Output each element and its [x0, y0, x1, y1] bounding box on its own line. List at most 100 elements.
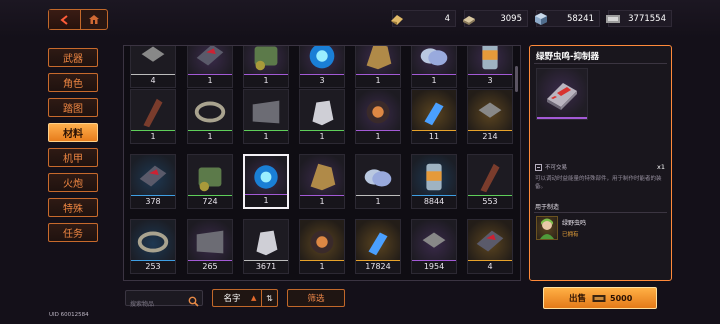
- inventory-slot[interactable]: 1: [411, 46, 457, 88]
- inventory-slot[interactable]: 4: [467, 219, 513, 274]
- inventory-slot[interactable]: 265: [187, 219, 233, 274]
- tab-weapons[interactable]: 武器: [48, 48, 98, 67]
- item-icon: [134, 46, 172, 75]
- item-icon: [359, 223, 397, 261]
- credit-stack-icon: [459, 9, 479, 29]
- item-icon: [359, 93, 397, 131]
- tab-characters[interactable]: 角色: [48, 73, 98, 92]
- used-item-avatar[interactable]: [536, 216, 558, 240]
- item-quantity: 1: [245, 195, 287, 207]
- item-quantity: 17824: [356, 261, 400, 273]
- item-icon: [191, 223, 229, 261]
- inventory-slot[interactable]: 553: [467, 154, 513, 209]
- search-input[interactable]: [126, 297, 188, 312]
- item-quantity: 11: [412, 131, 456, 143]
- item-icon: [247, 46, 285, 75]
- inventory-slot[interactable]: 1: [355, 154, 401, 209]
- item-quantity: 553: [468, 196, 512, 208]
- item-icon: [303, 46, 341, 75]
- chevron-left-icon: [59, 14, 68, 25]
- inventory-slot[interactable]: 1: [187, 46, 233, 88]
- item-icon: [134, 223, 172, 261]
- item-icon: [471, 46, 509, 75]
- inventory-slot[interactable]: 214: [467, 89, 513, 144]
- item-quantity: 1: [356, 75, 400, 87]
- inventory-slot[interactable]: 724: [187, 154, 233, 209]
- item-detail-panel: 绿野虫鸣-抑制器 不可交易 x1 可以调动时益能量的特殊部件，用于制作时能者的装…: [529, 45, 672, 281]
- item-quantity: 1: [300, 131, 344, 143]
- currency-crystal-value: 58241: [566, 13, 594, 24]
- item-quantity: 1: [356, 196, 400, 208]
- divider: [534, 212, 667, 213]
- inventory-slot[interactable]: 11: [411, 89, 457, 144]
- inventory-slot[interactable]: 1: [299, 219, 345, 274]
- used-item-name: 绿野虫鸣: [562, 220, 587, 227]
- triangle-up-icon: ▲: [251, 294, 257, 302]
- sort-label: 名字: [223, 294, 241, 304]
- swap-vertical-icon[interactable]: ⇅: [261, 290, 277, 306]
- inventory-slot[interactable]: 3671: [243, 219, 289, 274]
- item-icon: [359, 158, 397, 196]
- sort-dropdown[interactable]: 名字 ▲ ⇅: [212, 289, 278, 307]
- tab-materials[interactable]: 材料: [48, 123, 98, 142]
- inventory-slot[interactable]: 4: [130, 46, 176, 88]
- inventory-slot[interactable]: 3: [467, 46, 513, 88]
- tab-quests[interactable]: 任务: [48, 223, 98, 242]
- inventory-slot[interactable]: 378: [130, 154, 176, 209]
- back-button[interactable]: [49, 10, 81, 29]
- tab-mechs[interactable]: 机甲: [48, 148, 98, 167]
- item-icon: [191, 158, 229, 196]
- inventory-slot[interactable]: 1: [243, 46, 289, 88]
- inventory-grid: 4 1 1 3 1 1 3 1 1 1 1 1 11 214 378 724 1 1 1 8844 553 253 265 3…: [123, 45, 521, 281]
- item-description: 可以调动时益能量的特殊部件，用于制作时能者的装备。: [535, 176, 662, 190]
- inventory-slot[interactable]: 17824: [355, 219, 401, 274]
- inventory-slot[interactable]: 1: [299, 89, 345, 144]
- item-icon: [415, 223, 453, 261]
- home-icon: [89, 15, 99, 24]
- item-icon: [247, 223, 285, 261]
- item-quantity: 1: [412, 75, 456, 87]
- filter-button[interactable]: 筛选: [287, 289, 345, 307]
- item-quantity: 724: [188, 196, 232, 208]
- item-icon: [134, 158, 172, 196]
- trade-status: 不可交易: [535, 163, 567, 171]
- tab-maps[interactable]: 踏图: [48, 98, 98, 117]
- item-quantity: 3671: [244, 261, 288, 273]
- inventory-slot[interactable]: 1: [299, 154, 345, 209]
- used-for-heading: 用于制造: [535, 204, 560, 211]
- item-icon: [415, 46, 453, 75]
- tab-artillery[interactable]: 火炮: [48, 173, 98, 192]
- item-count: x1: [657, 163, 665, 171]
- item-quantity: 1: [244, 75, 288, 87]
- item-icon: [303, 93, 341, 131]
- character-portrait-icon: [540, 218, 554, 239]
- item-quantity: 265: [188, 261, 232, 273]
- currency-credit-value: 3095: [500, 13, 522, 24]
- inventory-slot[interactable]: 3: [299, 46, 345, 88]
- item-quantity: 3: [300, 75, 344, 87]
- item-quantity: 4: [468, 261, 512, 273]
- inventory-slot[interactable]: 1954: [411, 219, 457, 274]
- inventory-slot[interactable]: 1: [130, 89, 176, 144]
- currency-gold: 4: [391, 10, 456, 27]
- tab-special[interactable]: 特殊: [48, 198, 98, 217]
- home-button[interactable]: [81, 10, 107, 29]
- inventory-slot-selected[interactable]: 1: [243, 154, 289, 209]
- item-quantity: 1: [188, 75, 232, 87]
- sell-button[interactable]: 出售 5000: [543, 287, 657, 309]
- suppressor-icon: [547, 83, 577, 110]
- inventory-slot[interactable]: 1: [187, 89, 233, 144]
- search-field[interactable]: [125, 290, 203, 312]
- inventory-slot[interactable]: 8844: [411, 154, 457, 209]
- inventory-slot[interactable]: 1: [355, 89, 401, 144]
- search-icon[interactable]: [188, 292, 199, 311]
- item-quantity: 1: [131, 131, 175, 143]
- inventory-slot[interactable]: 253: [130, 219, 176, 274]
- grid-scrollbar[interactable]: [515, 66, 518, 92]
- used-item-status: 已拥有: [562, 232, 579, 238]
- currency-gold-value: 4: [444, 13, 450, 24]
- inventory-slot[interactable]: 1: [243, 89, 289, 144]
- currency-banknote-value: 3771554: [628, 13, 666, 24]
- inventory-slot[interactable]: 1: [355, 46, 401, 88]
- item-icon: [471, 93, 509, 131]
